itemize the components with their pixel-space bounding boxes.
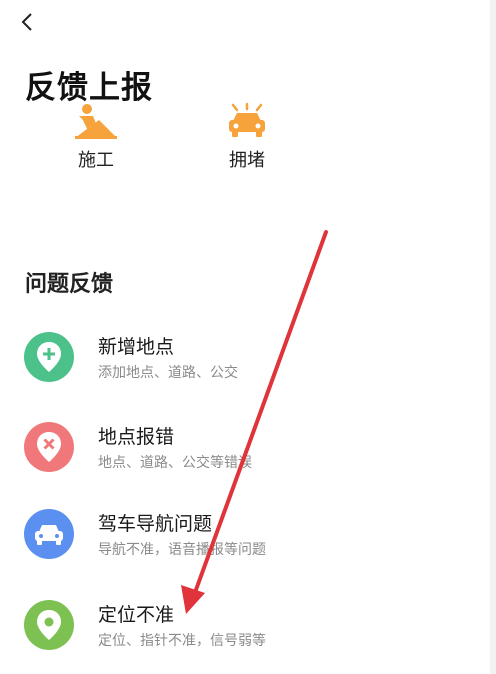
edge-divider bbox=[490, 0, 496, 674]
section-title: 问题反馈 bbox=[25, 272, 114, 297]
back-button[interactable] bbox=[14, 8, 42, 36]
feedback-item-title: 定位不准 bbox=[98, 604, 175, 626]
chevron-left-icon bbox=[21, 13, 32, 31]
car-traffic-icon bbox=[224, 100, 270, 142]
feedback-item-title: 新增地点 bbox=[98, 336, 175, 358]
feedback-item-subtitle: 定位、指针不准，信号弱等 bbox=[98, 633, 266, 649]
quick-report-label: 施工 bbox=[78, 150, 114, 171]
construction-worker-icon bbox=[73, 100, 119, 142]
quick-report-label: 拥堵 bbox=[229, 150, 265, 171]
feedback-item-location-inaccurate[interactable]: 定位不准 定位、指针不准，信号弱等 bbox=[24, 594, 464, 664]
location-pin-icon bbox=[24, 600, 74, 650]
feedback-item-title: 驾车导航问题 bbox=[98, 513, 213, 535]
quick-report-congestion[interactable]: 拥堵 bbox=[207, 100, 287, 172]
feedback-item-subtitle: 导航不准，语音播报等问题 bbox=[98, 542, 266, 558]
car-icon bbox=[24, 509, 74, 559]
location-plus-icon bbox=[24, 332, 74, 382]
feedback-item-subtitle: 添加地点、道路、公交 bbox=[98, 365, 238, 381]
quick-report-construction[interactable]: 施工 bbox=[56, 100, 136, 172]
feedback-item-driving-navigation[interactable]: 驾车导航问题 导航不准，语音播报等问题 bbox=[24, 503, 464, 573]
location-error-icon bbox=[24, 422, 74, 472]
feedback-item-add-place[interactable]: 新增地点 添加地点、道路、公交 bbox=[24, 326, 464, 396]
feedback-item-place-error[interactable]: 地点报错 地点、道路、公交等错误 bbox=[24, 416, 464, 486]
feedback-item-title: 地点报错 bbox=[98, 426, 175, 448]
feedback-item-subtitle: 地点、道路、公交等错误 bbox=[98, 455, 252, 471]
